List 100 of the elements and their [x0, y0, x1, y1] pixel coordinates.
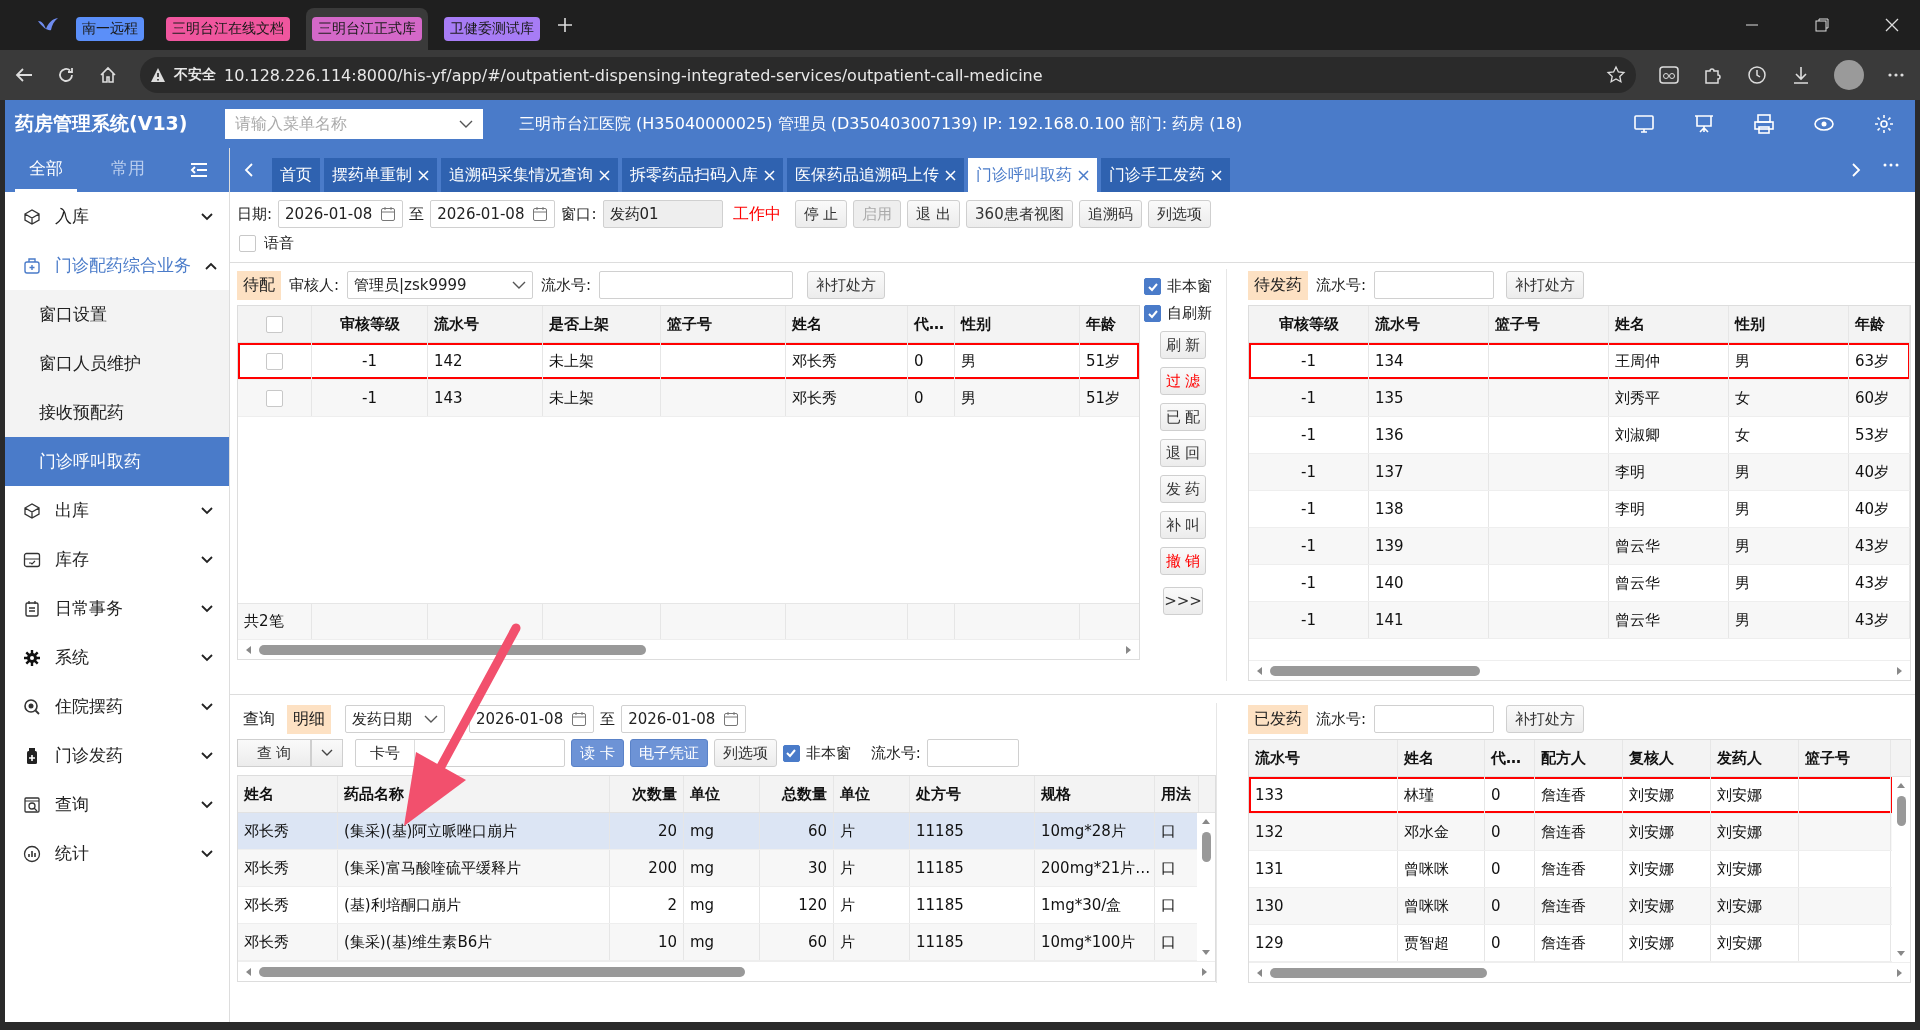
browser-tab[interactable]: 南一远程	[70, 8, 150, 50]
column-header[interactable]: 代…	[1485, 740, 1535, 776]
sidebar-subitem[interactable]: 接收预配药	[5, 388, 229, 437]
date-type-select[interactable]: 发药日期	[345, 705, 445, 733]
browser-tab[interactable]: 三明台江在线文档	[160, 8, 296, 50]
toolbar-button[interactable]: 列选项	[1147, 200, 1211, 228]
checkbox[interactable]	[239, 234, 256, 252]
column-header[interactable]: 处方号	[910, 776, 1035, 812]
page-tab[interactable]: 拆零药品扫码入库	[622, 158, 783, 192]
sidebar-item[interactable]: 住院摆药	[5, 682, 229, 731]
mode-tab[interactable]: 明细	[287, 704, 331, 734]
table-row[interactable]: 132 邓水金 0 詹连香 刘安娜 刘安娜	[1249, 814, 1892, 851]
column-header[interactable]: 年龄	[1080, 306, 1139, 342]
column-header[interactable]: 审核等级	[312, 306, 428, 342]
column-header[interactable]: 流水号	[1249, 740, 1398, 776]
reprint-button[interactable]: 补打处方	[1506, 705, 1585, 733]
menu-icon[interactable]	[189, 161, 209, 179]
address-bar[interactable]: 不安全 10.128.226.114:8000/his-yf/app/#/outpatient-dispensing-integrated-services/outpatient-call-medicine	[140, 57, 1636, 93]
column-header[interactable]: 流水号	[1369, 306, 1489, 342]
tab-group-label[interactable]: 三明台江正式库	[312, 17, 422, 41]
column-header[interactable]: 规格	[1035, 776, 1155, 812]
column-header[interactable]: 复核人	[1623, 740, 1711, 776]
presentation-icon[interactable]	[1693, 113, 1715, 135]
history-icon[interactable]	[1746, 64, 1768, 86]
action-button[interactable]: 刷 新	[1160, 331, 1206, 359]
column-header[interactable]: 审核等级	[1249, 306, 1369, 342]
sidebar-item[interactable]: 门诊配药综合业务	[5, 241, 229, 290]
page-tab[interactable]: 医保药品追溯码上传	[787, 158, 964, 192]
sidebar-item[interactable]: 门诊发药	[5, 731, 229, 780]
checkbox[interactable]	[782, 744, 800, 762]
checkbox[interactable]	[266, 389, 283, 407]
table-row[interactable]: -1 142 未上架 邓长秀 0 男 51岁	[238, 343, 1139, 380]
column-header[interactable]: 用法	[1155, 776, 1199, 812]
table-row[interactable]: -1 134 王周仲 男 63岁	[1249, 343, 1910, 380]
checkbox[interactable]	[266, 352, 283, 370]
column-header[interactable]: 单位	[834, 776, 910, 812]
sidebar-item[interactable]: 日常事务	[5, 584, 229, 633]
serial-number-field[interactable]	[599, 271, 794, 299]
toolbar-button[interactable]: 停 止	[794, 200, 848, 228]
window-field[interactable]: 发药01	[602, 200, 723, 228]
date-field[interactable]: 2026-01-08	[469, 705, 595, 733]
serial-number-field[interactable]	[1374, 271, 1495, 299]
action-button[interactable]: 过 滤	[1160, 367, 1206, 395]
column-options-button[interactable]: 列选项	[713, 739, 777, 767]
printer-icon[interactable]	[1753, 113, 1775, 135]
sidebar-subitem[interactable]: 窗口设置	[5, 290, 229, 339]
reload-icon[interactable]	[56, 65, 76, 85]
mode-tab[interactable]: 查询	[237, 704, 281, 734]
table-row[interactable]: -1 135 刘秀平 女 60岁	[1249, 380, 1910, 417]
sidebar-item[interactable]: 统计	[5, 829, 229, 878]
tab-group-label[interactable]: 三明台江在线文档	[166, 17, 290, 41]
sidebar-item[interactable]: 入库	[5, 192, 229, 241]
column-header[interactable]: 年龄	[1849, 306, 1910, 342]
column-header[interactable]: 流水号	[428, 306, 543, 342]
table-row[interactable]: -1 141 曾云华 男 43岁	[1249, 602, 1910, 639]
table-row[interactable]: -1 139 曾云华 男 43岁	[1249, 528, 1910, 565]
column-header[interactable]: 姓名	[238, 776, 338, 812]
column-header[interactable]: 代…	[908, 306, 955, 342]
action-button[interactable]: 撤 销	[1160, 547, 1206, 575]
reviewer-select[interactable]: 管理员|zsk9999	[347, 271, 534, 299]
browser-tab[interactable]: 三明台江正式库	[306, 8, 428, 50]
column-header[interactable]: 次数量	[610, 776, 684, 812]
table-row[interactable]: 邓长秀 (集采)(基)阿立哌唑口崩片 20 mg 60 片 11185 10mg*28片 口	[238, 813, 1197, 850]
column-header[interactable]: 篮子号	[1799, 740, 1891, 776]
sidebar-tab[interactable]: 全部	[15, 148, 77, 192]
column-header[interactable]: 姓名	[1609, 306, 1729, 342]
new-tab-icon[interactable]	[556, 16, 574, 34]
sidebar-subitem[interactable]: 门诊呼叫取药	[5, 437, 229, 486]
date-field[interactable]: 2026-01-08	[621, 705, 747, 733]
table-row[interactable]: 130 曾咪咪 0 詹连香 刘安娜 刘安娜	[1249, 888, 1892, 925]
action-button[interactable]: 补 叫	[1160, 511, 1206, 539]
sidebar-item[interactable]: 出库	[5, 486, 229, 535]
checkbox[interactable]	[1144, 305, 1161, 322]
checkbox[interactable]	[1144, 278, 1161, 295]
page-tab[interactable]: 追溯码采集情况查询	[441, 158, 618, 192]
sidebar-item[interactable]: 查询	[5, 780, 229, 829]
avatar[interactable]	[1834, 60, 1864, 90]
reprint-button[interactable]: 补打处方	[1506, 271, 1585, 299]
toolbar-button[interactable]: 追溯码	[1078, 200, 1142, 228]
action-button[interactable]: 发 药	[1160, 475, 1206, 503]
toolbar-button[interactable]: 退 出	[907, 200, 961, 228]
table-row[interactable]: -1 137 李明 男 40岁	[1249, 454, 1910, 491]
table-row[interactable]: -1 143 未上架 邓长秀 0 男 51岁	[238, 380, 1139, 417]
table-row[interactable]: 邓长秀 (集采)(基)维生素B6片 10 mg 60 片 11185 10mg*100片 口	[238, 924, 1197, 961]
serial-number-field[interactable]	[1374, 705, 1495, 733]
chevron-right-icon[interactable]	[1851, 162, 1861, 178]
column-header[interactable]: 篮子号	[661, 306, 786, 342]
toolbar-button[interactable]: 360患者视图	[966, 200, 1073, 228]
column-header[interactable]: 是否上架	[543, 306, 661, 342]
column-header[interactable]: 性别	[1729, 306, 1849, 342]
column-header[interactable]: 发药人	[1711, 740, 1799, 776]
action-button[interactable]: 已 配	[1160, 403, 1206, 431]
tab-group-label[interactable]: 卫健委测试库	[444, 17, 540, 41]
sidebar-item[interactable]: 库存	[5, 535, 229, 584]
page-tab[interactable]: 门诊呼叫取药	[968, 158, 1097, 192]
reprint-button[interactable]: 补打处方	[807, 271, 886, 299]
tab-group-label[interactable]: 南一远程	[76, 17, 144, 41]
dropdown-button[interactable]	[311, 739, 343, 767]
card-number-field[interactable]: 卡号	[355, 739, 565, 767]
checkbox[interactable]	[266, 315, 283, 333]
